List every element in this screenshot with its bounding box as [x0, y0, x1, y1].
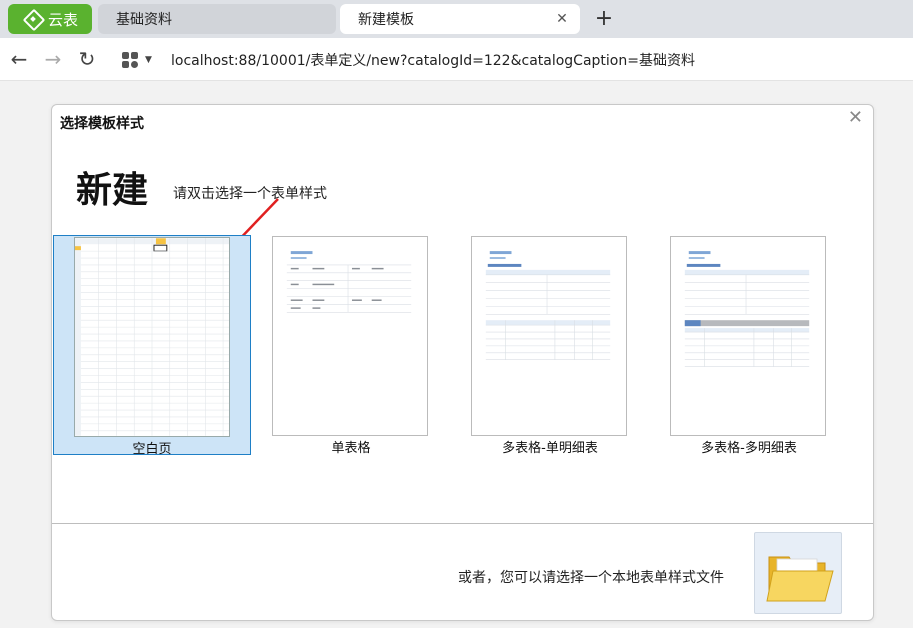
template-single-table[interactable]: 单表格	[252, 235, 450, 456]
browser-tab-bar: 云表 基础资料 新建模板 ✕ +	[0, 0, 913, 38]
close-icon[interactable]: ✕	[848, 107, 863, 128]
tab-basic-data[interactable]: 基础资料	[98, 4, 336, 34]
template-label: 单表格	[331, 441, 371, 456]
url-field[interactable]: localhost:88/10001/表单定义/new?catalogId=12…	[171, 50, 695, 70]
local-file-hint: 或者，您可以请选择一个本地表单样式文件	[458, 570, 724, 586]
tab-close-icon[interactable]: ✕	[554, 11, 570, 27]
app-button-label: 云表	[48, 10, 79, 29]
multi-table-multi-detail-thumbnail	[670, 236, 826, 436]
template-label: 多表格-单明细表	[502, 441, 598, 456]
template-multi-table-multi-detail[interactable]: 多表格-多明细表	[650, 235, 848, 456]
template-blank-page[interactable]: 空白页	[53, 235, 251, 457]
folder-icon	[766, 556, 834, 602]
template-multi-table-single-detail[interactable]: 多表格-单明细表	[451, 235, 649, 456]
new-tab-plus-icon[interactable]: +	[590, 5, 618, 33]
template-label: 多表格-多明细表	[701, 441, 797, 456]
tab-label: 新建模板	[358, 12, 414, 28]
forward-arrow-icon[interactable]: →	[40, 46, 66, 72]
reload-icon[interactable]: ↻	[74, 46, 100, 72]
multi-table-single-detail-thumbnail	[471, 236, 627, 436]
tab-new-template[interactable]: 新建模板 ✕	[340, 4, 580, 34]
app-logo-icon	[24, 10, 42, 28]
page-background: 选择模板样式 ✕ 新建 请双击选择一个表单样式 空白页 单表格 多表格-单明细表…	[0, 81, 913, 628]
dialog-title: 选择模板样式	[60, 116, 144, 132]
template-label: 空白页	[132, 442, 172, 457]
chevron-down-icon: ▼	[145, 55, 152, 65]
template-dialog: 选择模板样式 ✕ 新建 请双击选择一个表单样式 空白页 单表格 多表格-单明细表…	[51, 104, 874, 621]
page-heading: 新建	[76, 170, 149, 211]
tab-label: 基础资料	[116, 12, 172, 28]
address-bar: ← → ↻ ▼ localhost:88/10001/表单定义/new?cata…	[0, 38, 913, 81]
back-arrow-icon[interactable]: ←	[6, 46, 32, 72]
app-home-button[interactable]: 云表	[8, 4, 92, 34]
single-table-thumbnail	[272, 236, 428, 436]
apps-grid-icon[interactable]: ▼	[118, 50, 158, 70]
footer-divider	[52, 523, 873, 524]
blank-sheet-thumbnail	[74, 237, 230, 437]
open-local-file-button[interactable]	[754, 532, 842, 614]
